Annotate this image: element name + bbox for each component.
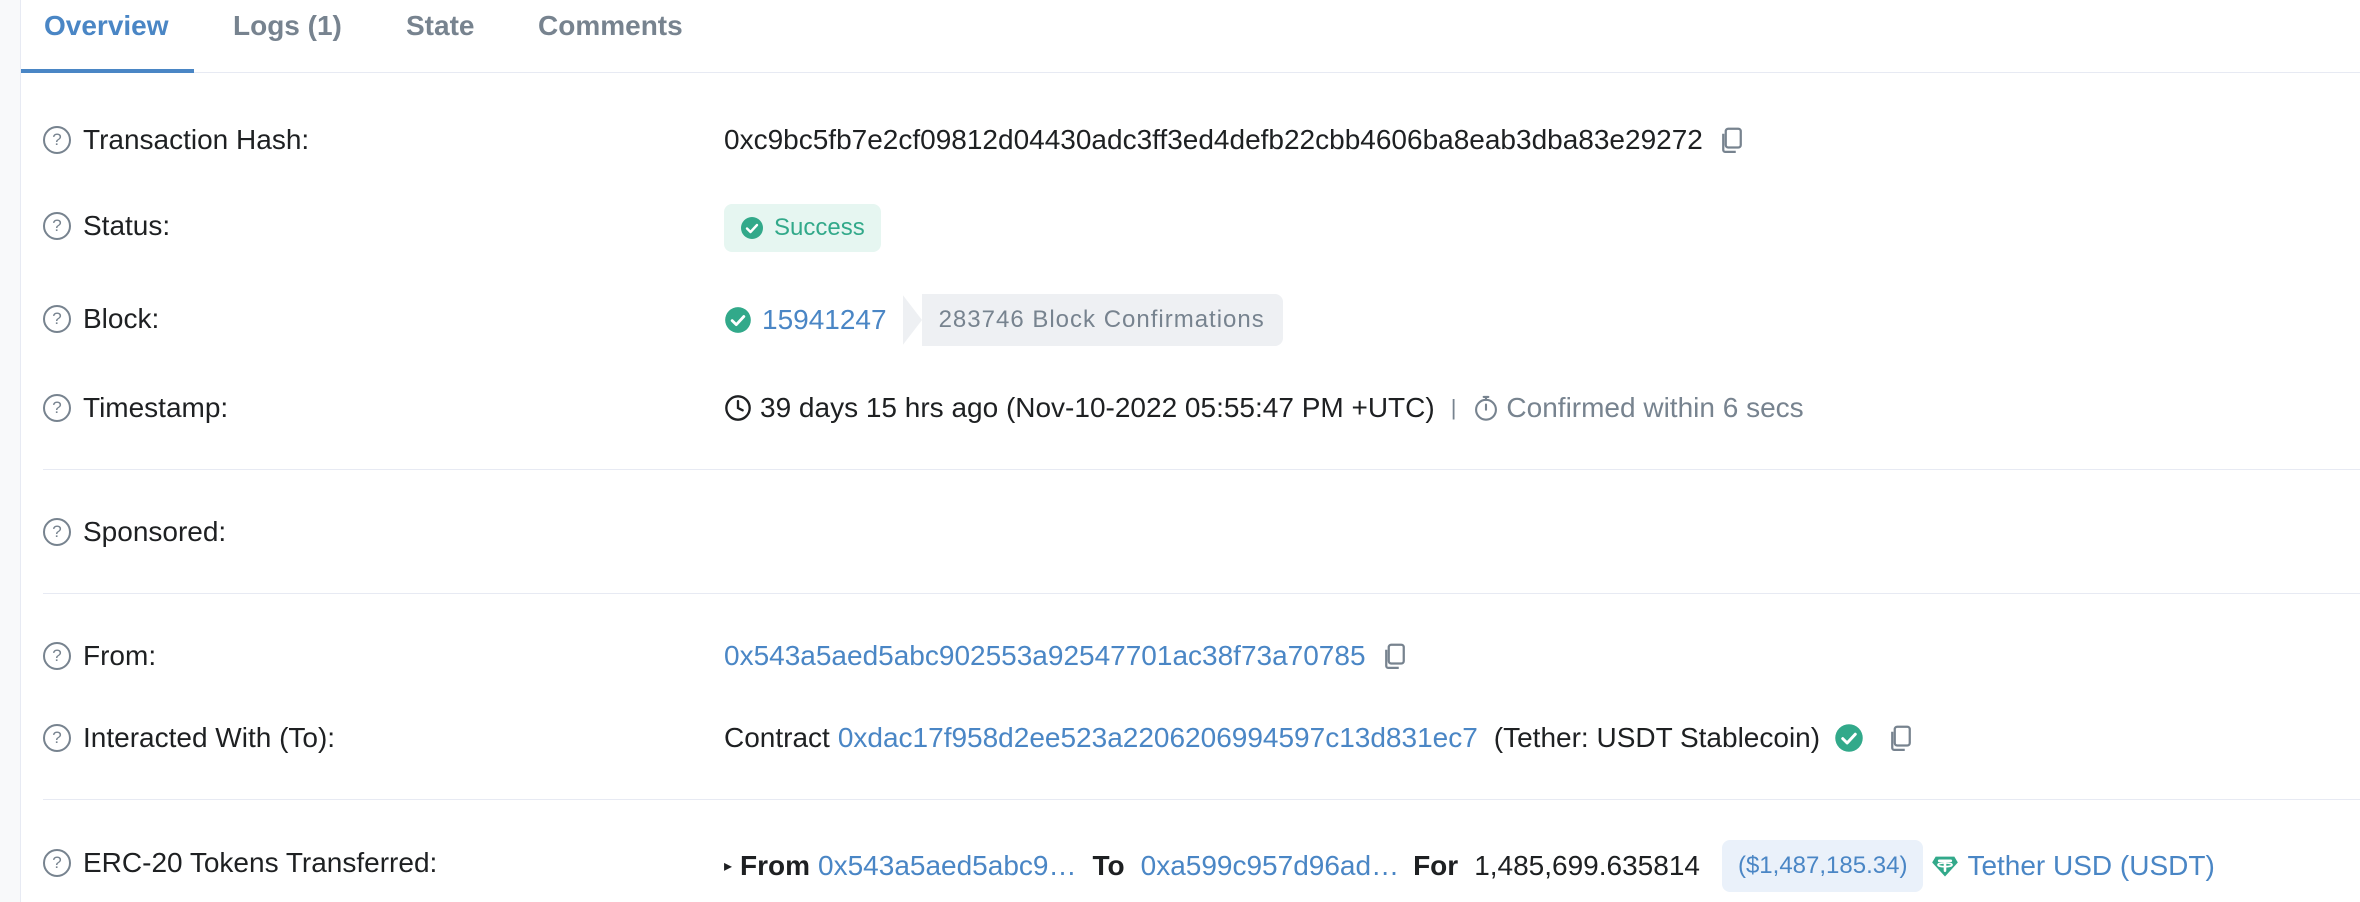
erc20-amount: 1,485,699.635814 — [1474, 850, 1700, 881]
contract-prefix: Contract — [724, 722, 830, 753]
contract-address-link[interactable]: 0xdac17f958d2ee523a2206206994597c13d831e… — [838, 722, 1478, 754]
divider — [43, 799, 2360, 800]
transaction-details-panel: Overview Logs (1) State Comments ? Trans… — [20, 0, 2360, 902]
tab-overview[interactable]: Overview — [44, 10, 169, 42]
tab-comments[interactable]: Comments — [538, 10, 683, 42]
erc20-to-label: To — [1092, 850, 1125, 881]
tx-hash-label: Transaction Hash: — [83, 124, 310, 155]
from-address-link[interactable]: 0x543a5aed5abc902553a92547701ac38f73a707… — [724, 640, 1366, 672]
help-icon[interactable]: ? — [43, 212, 71, 240]
clock-icon — [725, 395, 751, 421]
status-label-row: ? Status: — [43, 210, 170, 242]
to-label-row: ? Interacted With (To): — [43, 722, 335, 754]
status-value-row: Success — [724, 204, 881, 252]
tx-hash-label-row: ? Transaction Hash: — [43, 124, 309, 156]
to-label: Interacted With (To): — [83, 722, 336, 753]
help-icon[interactable]: ? — [43, 724, 71, 752]
stopwatch-icon — [1475, 395, 1498, 421]
confirmed-within-text: Confirmed within 6 secs — [1506, 392, 1804, 423]
from-value-row: 0x543a5aed5abc902553a92547701ac38f73a707… — [724, 640, 1410, 672]
timestamp-separator: | — [1450, 395, 1457, 420]
block-number-link[interactable]: 15941247 — [762, 304, 887, 336]
help-icon[interactable]: ? — [43, 642, 71, 670]
erc20-label-row: ? ERC-20 Tokens Transferred: — [43, 847, 437, 879]
help-icon[interactable]: ? — [43, 305, 71, 333]
erc20-label: ERC-20 Tokens Transferred: — [83, 847, 438, 878]
tx-hash-value: 0xc9bc5fb7e2cf09812d04430adc3ff3ed4defb2… — [724, 124, 1703, 155]
active-tab-indicator — [21, 69, 194, 73]
contract-name: (Tether: USDT Stablecoin) — [1493, 722, 1821, 753]
from-label-row: ? From: — [43, 640, 156, 672]
erc20-for-label: For — [1413, 850, 1459, 881]
timestamp-value: 39 days 15 hrs ago (Nov-10-2022 05:55:47… — [760, 392, 1435, 423]
copy-icon[interactable] — [1717, 125, 1747, 155]
erc20-to-address-link[interactable]: 0xa599c957d96ad… — [1141, 850, 1399, 882]
block-confirmations-badge: 283746 Block Confirmations — [901, 294, 1283, 346]
token-name-link[interactable]: Tether USD (USDT) — [1967, 850, 2214, 882]
status-text: Success — [774, 214, 865, 241]
timestamp-value-row: 39 days 15 hrs ago (Nov-10-2022 05:55:47… — [724, 392, 1804, 424]
block-label-row: ? Block: — [43, 303, 159, 335]
help-icon[interactable]: ? — [43, 126, 71, 154]
status-badge: Success — [724, 204, 881, 252]
copy-icon[interactable] — [1886, 723, 1916, 753]
expand-caret-icon[interactable]: ▸ — [724, 856, 732, 876]
block-value-row: 15941247 283746 Block Confirmations — [724, 294, 1283, 346]
verified-check-icon — [1835, 724, 1863, 752]
tab-state[interactable]: State — [406, 10, 474, 42]
sponsored-label-row: ? Sponsored: — [43, 516, 226, 548]
to-value-row: Contract 0xdac17f958d2ee523a220620699459… — [724, 722, 1916, 754]
erc20-from-address-link[interactable]: 0x543a5aed5abc9… — [818, 850, 1076, 882]
tab-bar: Overview Logs (1) State Comments — [21, 0, 2360, 73]
copy-icon[interactable] — [1380, 641, 1410, 671]
block-label: Block: — [83, 303, 160, 334]
erc20-from-label: From — [740, 850, 811, 881]
check-circle-icon — [725, 307, 751, 333]
divider — [43, 593, 2360, 594]
status-label: Status: — [83, 210, 171, 241]
timestamp-label-row: ? Timestamp: — [43, 392, 228, 424]
help-icon[interactable]: ? — [43, 394, 71, 422]
check-circle-icon — [741, 217, 763, 239]
tether-token-icon — [1932, 856, 1959, 877]
usd-value-badge: ($1,487,185.34) — [1721, 840, 1924, 892]
erc20-value-row: ▸ From 0x543a5aed5abc9… To 0xa599c957d96… — [724, 840, 2215, 892]
tx-hash-value-row: 0xc9bc5fb7e2cf09812d04430adc3ff3ed4defb2… — [724, 124, 1747, 156]
help-icon[interactable]: ? — [43, 518, 71, 546]
timestamp-label: Timestamp: — [83, 392, 229, 423]
help-icon[interactable]: ? — [43, 849, 71, 877]
tab-logs[interactable]: Logs (1) — [233, 10, 342, 42]
divider — [43, 469, 2360, 470]
sponsored-label: Sponsored: — [83, 516, 227, 547]
from-label: From: — [83, 640, 157, 671]
